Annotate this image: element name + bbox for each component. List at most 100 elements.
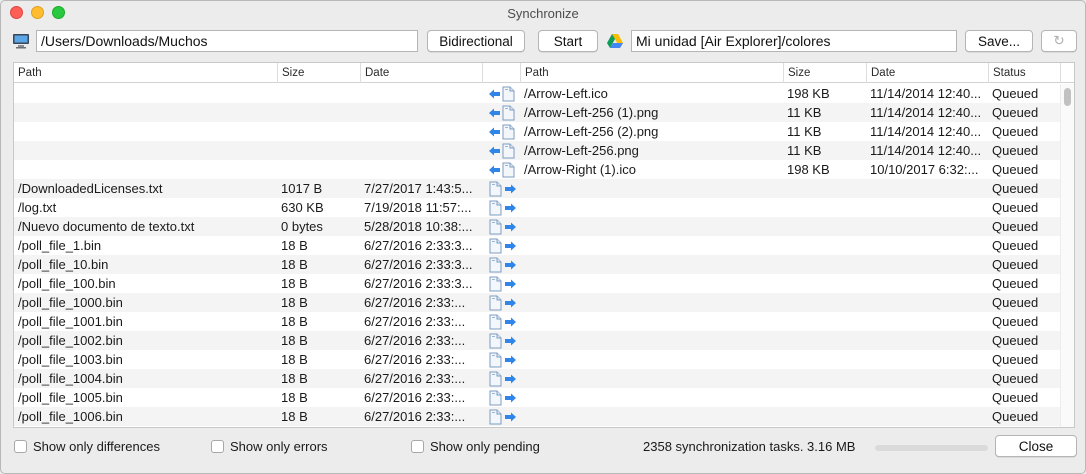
table-row[interactable]: /poll_file_1006.bin 18 B 6/27/2016 2:33:..…: [14, 407, 1062, 426]
left-date-cell: [364, 160, 478, 179]
window-title: Synchronize: [507, 5, 579, 21]
minimize-window-icon[interactable]: [31, 6, 44, 19]
table-row[interactable]: /poll_file_1001.bin 18 B 6/27/2016 2:33:..…: [14, 312, 1062, 331]
left-path-cell: [18, 84, 276, 103]
table-row[interactable]: /poll_file_1.bin 18 B 6/27/2016 2:33:3... Q…: [14, 236, 1062, 255]
left-date-cell: 6/27/2016 2:33:...: [364, 352, 466, 367]
column-right-path[interactable]: Path: [520, 63, 783, 83]
column-status[interactable]: Status: [988, 63, 1060, 83]
table-row[interactable]: /Arrow-Left-256 (2).png 11 KB 11/14/2014 1…: [14, 122, 1062, 141]
left-path-cell: /poll_file_1001.bin: [18, 314, 123, 329]
left-size-cell: 18 B: [281, 257, 308, 272]
footer: Show only differences Show only errors S…: [1, 434, 1085, 460]
table-row[interactable]: /poll_file_1000.bin 18 B 6/27/2016 2:33:..…: [14, 293, 1062, 312]
sync-task-table: Path Size Date Path Size Date Status /Ar…: [13, 62, 1075, 428]
right-size-cell: 198 KB: [787, 162, 830, 177]
right-path-cell: /Arrow-Left-256 (1).png: [524, 105, 659, 120]
table-row[interactable]: /DownloadedLicenses.txt 1017 B 7/27/2017 1…: [14, 179, 1062, 198]
copy-to-right-icon: [489, 352, 516, 368]
table-row[interactable]: /poll_file_1004.bin 18 B 6/27/2016 2:33:..…: [14, 369, 1062, 388]
right-date-cell: [870, 217, 984, 236]
checkbox-box[interactable]: [14, 440, 27, 453]
status-cell: Queued: [992, 409, 1039, 424]
status-cell: Queued: [992, 181, 1039, 196]
local-path-input[interactable]: [36, 30, 418, 52]
column-right-date[interactable]: Date: [866, 63, 988, 83]
right-size-cell: [787, 217, 865, 236]
scrollbar-thumb[interactable]: [1064, 88, 1071, 106]
left-path-cell: /poll_file_10.bin: [18, 257, 109, 272]
left-size-cell: [281, 141, 359, 160]
right-size-cell: [787, 255, 865, 274]
column-direction[interactable]: [482, 63, 520, 83]
copy-to-right-icon: [489, 219, 516, 235]
left-path-cell: /poll_file_1006.bin: [18, 409, 123, 424]
close-window-icon[interactable]: [10, 6, 23, 19]
right-path-cell: [524, 198, 779, 217]
copy-to-left-icon: [489, 143, 515, 159]
table-row[interactable]: /poll_file_1005.bin 18 B 6/27/2016 2:33:..…: [14, 388, 1062, 407]
left-size-cell: 18 B: [281, 333, 308, 348]
table-row[interactable]: /Arrow-Left.ico 198 KB 11/14/2014 12:40...…: [14, 84, 1062, 103]
right-path-cell: /Arrow-Left-256 (2).png: [524, 124, 659, 139]
status-cell: Queued: [992, 105, 1039, 120]
column-left-size[interactable]: Size: [277, 63, 360, 83]
right-size-cell: 198 KB: [787, 86, 830, 101]
close-button[interactable]: Close: [995, 435, 1077, 457]
right-date-cell: 11/14/2014 12:40...: [870, 124, 982, 139]
left-path-cell: /DownloadedLicenses.txt: [18, 181, 163, 196]
table-row[interactable]: /poll_file_1003.bin 18 B 6/27/2016 2:33:..…: [14, 350, 1062, 369]
left-size-cell: [281, 160, 359, 179]
right-size-cell: 11 KB: [787, 124, 822, 139]
vertical-scrollbar[interactable]: [1060, 84, 1074, 427]
right-path-cell: [524, 407, 779, 426]
show-only-pending-checkbox[interactable]: Show only pending: [411, 439, 540, 454]
column-left-path[interactable]: Path: [14, 63, 277, 83]
left-size-cell: [281, 103, 359, 122]
column-left-date[interactable]: Date: [360, 63, 482, 83]
right-size-cell: [787, 236, 865, 255]
refresh-button[interactable]: ↻: [1041, 30, 1077, 52]
right-date-cell: [870, 312, 984, 331]
left-date-cell: 6/27/2016 2:33:...: [364, 333, 466, 348]
refresh-icon: ↻: [1053, 33, 1065, 48]
status-cell: Queued: [992, 143, 1039, 158]
start-button[interactable]: Start: [538, 30, 598, 52]
left-date-cell: 7/27/2017 1:43:5...: [364, 181, 473, 196]
table-row[interactable]: /poll_file_1002.bin 18 B 6/27/2016 2:33:..…: [14, 331, 1062, 350]
checkbox-box[interactable]: [211, 440, 224, 453]
synchronize-window: Synchronize Bidirectional Start Save... …: [0, 0, 1086, 474]
table-row[interactable]: /Nuevo documento de texto.txt 0 bytes 5/28…: [14, 217, 1062, 236]
remote-path-input[interactable]: [631, 30, 957, 52]
table-row[interactable]: /Arrow-Right (1).ico 198 KB 10/10/2017 6:3…: [14, 160, 1062, 179]
show-only-errors-checkbox[interactable]: Show only errors: [211, 439, 328, 454]
save-button[interactable]: Save...: [965, 30, 1033, 52]
column-right-size[interactable]: Size: [783, 63, 866, 83]
table-row[interactable]: /Arrow-Left-256 (1).png 11 KB 11/14/2014 1…: [14, 103, 1062, 122]
right-date-cell: [870, 369, 984, 388]
direction-button[interactable]: Bidirectional: [427, 30, 525, 52]
right-size-cell: [787, 274, 865, 293]
right-path-cell: [524, 350, 779, 369]
task-summary: 2358 synchronization tasks. 3.16 MB: [643, 439, 856, 454]
table-row[interactable]: /log.txt 630 KB 7/19/2018 11:57:... Queued: [14, 198, 1062, 217]
toolbar: Bidirectional Start Save... ↻: [1, 28, 1085, 56]
left-size-cell: 18 B: [281, 276, 308, 291]
table-row[interactable]: /Arrow-Left-256.png 11 KB 11/14/2014 12:40…: [14, 141, 1062, 160]
copy-to-right-icon: [489, 371, 516, 387]
table-row[interactable]: /poll_file_10.bin 18 B 6/27/2016 2:33:3...…: [14, 255, 1062, 274]
table-row[interactable]: /poll_file_100.bin 18 B 6/27/2016 2:33:3..…: [14, 274, 1062, 293]
checkbox-box[interactable]: [411, 440, 424, 453]
right-date-cell: 11/14/2014 12:40...: [870, 86, 982, 101]
right-date-cell: [870, 179, 984, 198]
show-only-differences-checkbox[interactable]: Show only differences: [14, 439, 160, 454]
window-controls: [10, 6, 65, 19]
left-date-cell: [364, 141, 478, 160]
left-size-cell: 630 KB: [281, 200, 324, 215]
left-path-cell: /Nuevo documento de texto.txt: [18, 219, 195, 234]
status-cell: Queued: [992, 390, 1039, 405]
copy-to-right-icon: [489, 295, 516, 311]
maximize-window-icon[interactable]: [52, 6, 65, 19]
left-date-cell: 6/27/2016 2:33:...: [364, 409, 466, 424]
status-cell: Queued: [992, 352, 1039, 367]
